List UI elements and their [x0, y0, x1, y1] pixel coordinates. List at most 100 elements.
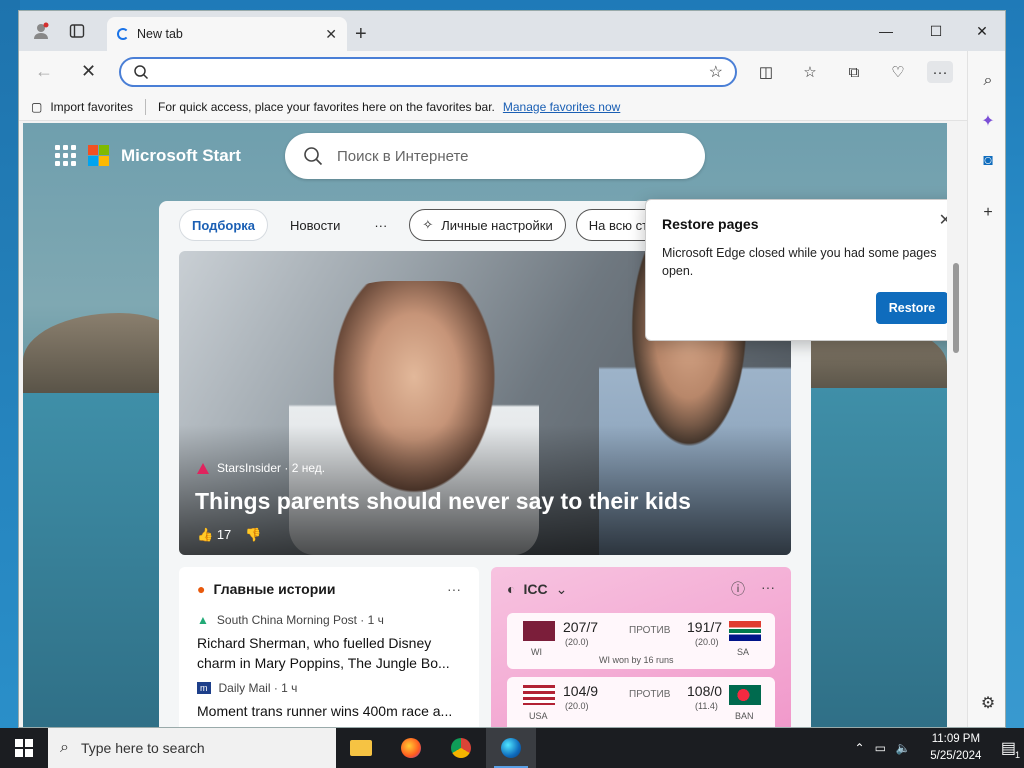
volume-icon[interactable]: 🔈	[896, 741, 911, 755]
background-water-right	[807, 388, 947, 727]
story-title[interactable]: Richard Sherman, who fuelled Disney char…	[197, 633, 461, 673]
team1: USA	[529, 711, 548, 721]
gear-icon[interactable]: ⚙	[976, 691, 1000, 715]
more-tabs-button[interactable]: ···	[362, 209, 399, 241]
tab-novosti[interactable]: Новости	[278, 209, 352, 241]
close-icon[interactable]: ✕	[939, 210, 947, 230]
personalize-button[interactable]: ✧ Личные настройки	[409, 209, 566, 241]
back-icon[interactable]: ←	[35, 61, 53, 82]
team1: WI	[531, 647, 542, 657]
app-launcher-icon[interactable]	[55, 145, 76, 166]
outlook-icon[interactable]: ◙	[976, 149, 1000, 173]
browser-essentials-icon[interactable]: ♡	[885, 61, 911, 83]
favorites-bar: ▢ Import favorites For quick access, pla…	[19, 93, 1005, 121]
stop-icon[interactable]: ✕	[81, 61, 96, 82]
new-tab-icon[interactable]: +	[355, 23, 367, 46]
clock-time: 11:09 PM	[931, 733, 981, 745]
close-window-button[interactable]: ✕	[959, 17, 1005, 45]
dialog-title: Restore pages	[662, 216, 759, 232]
icc-header[interactable]: ICC	[523, 581, 547, 597]
restore-pages-dialog: Restore pages ✕ Microsoft Edge closed wh…	[645, 199, 947, 341]
loading-icon	[117, 28, 129, 40]
import-favorites-icon[interactable]: ▢	[31, 100, 42, 114]
page-scrollbar[interactable]	[947, 123, 965, 727]
icc-card: ◐ ICC ⌄ ⓘ ··· WI 207/7 (20.0) ПРОТИВ 191…	[491, 567, 791, 727]
starsinsider-icon	[197, 462, 209, 474]
like-count: 17	[216, 527, 232, 542]
split-screen-icon[interactable]: ◫	[753, 61, 779, 83]
info-icon[interactable]: ⓘ	[731, 579, 745, 599]
edge-window: New tab ✕ + — ☐ ✕ ← ✕ ☆ ◫ ☆ ⧉ ♡ ··· ▢ Im…	[18, 10, 1006, 728]
chevron-down-icon[interactable]: ⌄	[556, 581, 568, 598]
system-tray: ⌃ ▭ 🔈 11:09 PM 5/25/2024 ▤ 1	[855, 728, 1024, 768]
list-item[interactable]: m Daily Mail · 1 ч Moment trans runner w…	[197, 681, 461, 721]
card-more-icon[interactable]: ···	[761, 579, 775, 599]
like-button[interactable]: 👍 17	[197, 527, 231, 543]
close-tab-icon[interactable]: ✕	[325, 26, 337, 43]
search-icon[interactable]: ⌕	[976, 69, 1000, 93]
chrome-icon[interactable]	[436, 728, 486, 768]
divider	[145, 98, 147, 115]
taskbar: ⌕ Type here to search ⌃ ▭ 🔈 11:09 PM 5/2…	[0, 728, 1024, 768]
favorites-hint: For quick access, place your favorites h…	[158, 99, 495, 114]
overs2: (20.0)	[695, 637, 719, 647]
scroll-thumb[interactable]	[953, 263, 959, 353]
match-row[interactable]: USA 104/9 (20.0) ПРОТИВ 108/0 (11.4) BAN	[507, 677, 775, 727]
more-menu-icon[interactable]: ···	[927, 61, 953, 83]
maximize-button[interactable]: ☐	[913, 17, 959, 45]
top-stories-header: Главные истории	[213, 581, 336, 597]
clock[interactable]: 11:09 PM 5/25/2024	[921, 731, 991, 765]
address-input[interactable]	[159, 64, 699, 80]
dislike-button[interactable]: 👎	[245, 527, 261, 543]
profile-icon[interactable]	[27, 19, 55, 43]
tab-actions-icon[interactable]	[63, 19, 91, 43]
notification-icon[interactable]: ▤ 1	[1001, 738, 1020, 760]
clock-date: 5/25/2024	[930, 750, 982, 762]
brand-title: Microsoft Start	[121, 145, 241, 165]
bangladesh-flag	[729, 685, 761, 705]
search-placeholder: Поиск в Интернете	[337, 147, 469, 165]
minimize-button[interactable]: —	[863, 17, 909, 45]
taskbar-search[interactable]: ⌕ Type here to search	[48, 728, 336, 768]
network-icon[interactable]: ▭	[875, 741, 886, 755]
edge-sidebar: ⌕ ✦ ◙ + ⚙	[967, 51, 1005, 727]
usa-flag	[523, 685, 555, 705]
address-bar[interactable]: ☆	[119, 57, 737, 87]
hero-source-text: StarsInsider · 2 нед.	[217, 461, 326, 475]
manage-favorites-link[interactable]: Manage favorites now	[503, 100, 620, 114]
tab-podborka[interactable]: Подборка	[179, 209, 269, 241]
cricket-icon: ◐	[507, 581, 516, 597]
overs1: (20.0)	[565, 637, 589, 647]
match-row[interactable]: WI 207/7 (20.0) ПРОТИВ 191/7 (20.0) SA W…	[507, 613, 775, 669]
overs1: (20.0)	[565, 701, 589, 711]
firefox-icon[interactable]	[386, 728, 436, 768]
copilot-sidebar-icon[interactable]: ✦	[976, 109, 1000, 133]
search-icon: ⌕	[60, 739, 69, 756]
collections-icon[interactable]: ⧉	[841, 61, 867, 83]
fire-icon: ●	[197, 581, 206, 597]
edge-taskbar-icon[interactable]	[486, 728, 536, 768]
tab-new-tab[interactable]: New tab ✕	[107, 17, 347, 51]
toolbar: ← ✕ ☆ ◫ ☆ ⧉ ♡ ···	[19, 51, 1005, 93]
card-more-icon[interactable]: ···	[447, 581, 461, 597]
start-button[interactable]	[0, 728, 48, 768]
favorites-icon[interactable]: ☆	[797, 61, 823, 83]
overs2: (11.4)	[695, 701, 718, 711]
chevron-up-icon[interactable]: ⌃	[855, 741, 865, 755]
favorite-star-icon[interactable]: ☆	[709, 62, 723, 82]
hero-source: StarsInsider · 2 нед.	[197, 461, 325, 475]
add-icon[interactable]: +	[976, 201, 1000, 225]
taskbar-search-placeholder: Type here to search	[80, 740, 205, 756]
list-item[interactable]: ▲ South China Morning Post · 1 ч Richard…	[197, 613, 461, 673]
import-favorites-button[interactable]: Import favorites	[50, 100, 133, 114]
story-title[interactable]: Moment trans runner wins 400m race a...	[197, 701, 461, 721]
search-icon	[304, 147, 323, 166]
sa-flag	[729, 621, 761, 641]
search-icon	[134, 65, 149, 80]
restore-button[interactable]: Restore	[876, 292, 947, 324]
hero-title[interactable]: Things parents should never say to their…	[195, 488, 691, 515]
score2: 191/7	[687, 619, 723, 635]
file-explorer-icon[interactable]	[336, 728, 386, 768]
web-search-box[interactable]: Поиск в Интернете	[285, 133, 705, 179]
scmp-icon: ▲	[197, 613, 209, 627]
